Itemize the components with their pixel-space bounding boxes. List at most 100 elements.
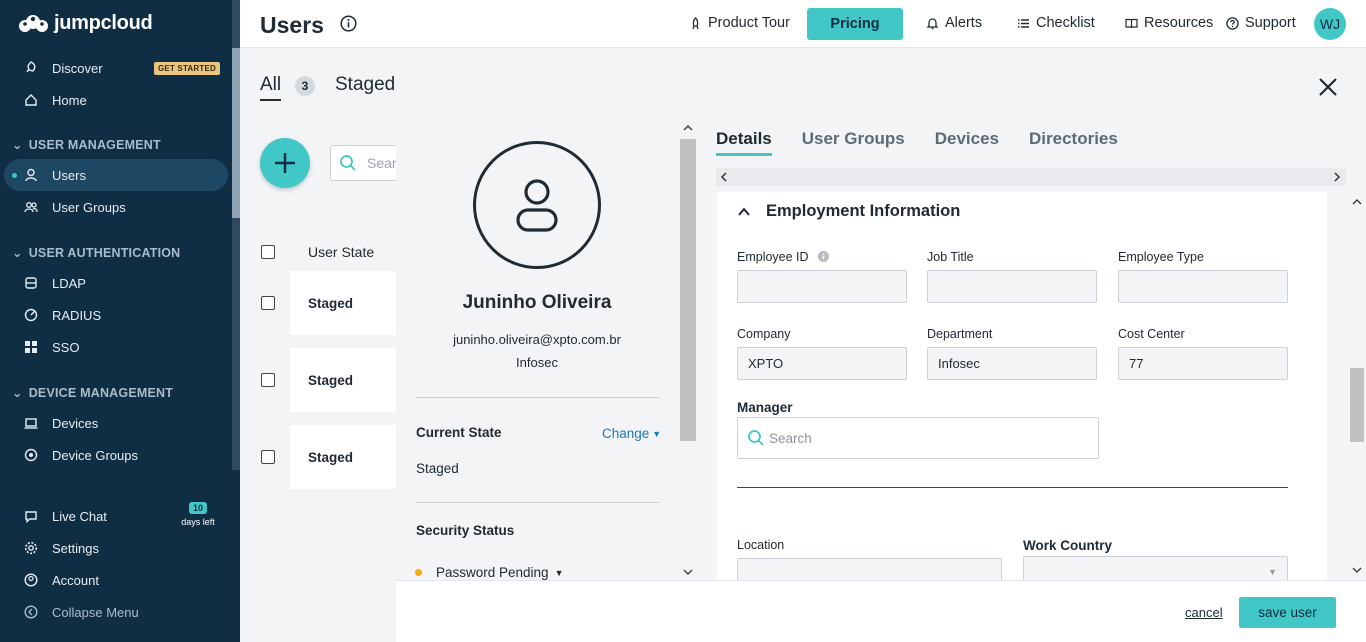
user-avatar[interactable]: WJ [1314, 8, 1346, 40]
sidebar-item-device-groups[interactable]: Device Groups [4, 439, 228, 471]
cancel-link[interactable]: cancel [1185, 605, 1223, 620]
employee-id-field[interactable] [737, 270, 907, 303]
table-row[interactable]: Staged [290, 425, 410, 489]
job-title-label: Job Title [927, 250, 974, 264]
tab-staged[interactable]: Staged [335, 74, 395, 96]
employment-information-card: Employment Information Employee ID Job T… [717, 192, 1327, 580]
change-state-dropdown[interactable]: Change ▼ [602, 426, 661, 441]
change-label: Change [602, 426, 650, 441]
scroll-down-icon[interactable] [683, 568, 693, 576]
table-row[interactable]: Staged [290, 348, 410, 412]
add-user-button[interactable] [260, 138, 310, 188]
laptop-icon [24, 416, 38, 430]
support-link[interactable]: Support [1226, 15, 1296, 31]
trial-days-left: 10 days left [178, 502, 218, 527]
tab-devices[interactable]: Devices [935, 129, 999, 156]
close-icon[interactable] [1314, 73, 1342, 101]
sidebar-item-discover[interactable]: Discover GET STARTED [4, 52, 228, 84]
scrollbar-thumb[interactable] [1350, 368, 1364, 442]
alerts-link[interactable]: Alerts [926, 15, 982, 31]
details-scrollbar[interactable] [1348, 192, 1364, 580]
section-user-authentication[interactable]: ⌄ USER AUTHENTICATION [12, 245, 181, 261]
profile-scrollbar[interactable] [680, 121, 696, 580]
sidebar-item-user-groups[interactable]: User Groups [4, 191, 228, 223]
scroll-down-icon[interactable] [1352, 566, 1362, 574]
product-tour-label: Product Tour [708, 15, 790, 31]
help-icon [1226, 16, 1239, 30]
cost-center-field[interactable]: 77 [1118, 347, 1288, 380]
product-tour-link[interactable]: Product Tour [689, 15, 790, 31]
user-department: Infosec [516, 355, 558, 370]
sidebar-item-account[interactable]: Account [4, 564, 228, 596]
scrollbar-thumb[interactable] [232, 48, 240, 218]
sidebar-item-label: Account [52, 572, 99, 588]
info-icon[interactable] [818, 251, 830, 262]
trial-days-count: 10 [188, 502, 207, 514]
scrollbar-thumb[interactable] [680, 139, 696, 441]
support-label: Support [1245, 15, 1296, 31]
row-checkbox[interactable] [261, 373, 275, 387]
get-started-badge[interactable]: GET STARTED [153, 61, 220, 75]
scroll-up-icon[interactable] [1352, 198, 1362, 206]
password-status-dropdown[interactable]: Password Pending ▼ [436, 565, 564, 580]
sidebar-item-label: Users [52, 167, 86, 183]
section-title: USER MANAGEMENT [28, 137, 161, 152]
table-row[interactable]: Staged [290, 271, 410, 335]
employee-type-field[interactable] [1118, 270, 1288, 303]
horizontal-scrollbar[interactable] [716, 168, 1346, 186]
detail-tabs: Details User Groups Devices Directories [716, 129, 1118, 156]
sidebar-item-users[interactable]: Users [4, 159, 228, 191]
user-full-name: Juninho Oliveira [462, 292, 612, 313]
sidebar-item-home[interactable]: Home [4, 84, 228, 116]
top-bar: Users Product Tour Pricing Alerts Checkl… [240, 0, 1366, 48]
section-user-management[interactable]: ⌄ USER MANAGEMENT [12, 137, 161, 153]
rocket-icon [692, 16, 699, 29]
sidebar-item-ldap[interactable]: LDAP [4, 267, 228, 299]
manager-search-input[interactable]: Search [737, 417, 1099, 459]
select-all-checkbox[interactable] [261, 245, 275, 259]
sidebar-scrollbar[interactable] [232, 0, 240, 470]
tab-details[interactable]: Details [716, 129, 772, 156]
row-checkbox[interactable] [261, 296, 275, 310]
collapse-icon [24, 605, 38, 619]
company-label: Company [737, 327, 791, 341]
section-title: USER AUTHENTICATION [28, 245, 181, 260]
work-country-select[interactable]: ▼ [1023, 556, 1288, 580]
pricing-button[interactable]: Pricing [807, 8, 903, 40]
location-field[interactable] [737, 558, 1002, 580]
department-field[interactable]: Infosec [927, 347, 1097, 380]
radius-icon [24, 308, 38, 322]
search-icon [340, 155, 356, 171]
scroll-up-icon[interactable] [683, 124, 693, 132]
sidebar-item-settings[interactable]: Settings [4, 532, 228, 564]
checklist-link[interactable]: Checklist [1017, 15, 1095, 31]
company-field[interactable]: XPTO [737, 347, 907, 380]
chevron-down-icon: ⌄ [12, 246, 23, 260]
tab-user-groups[interactable]: User Groups [802, 129, 905, 156]
tab-all[interactable]: All [260, 74, 282, 101]
sidebar-item-devices[interactable]: Devices [4, 407, 228, 439]
scroll-right-icon[interactable] [1333, 172, 1341, 182]
jumpcloud-logo[interactable]: jumpcloud [16, 12, 153, 35]
current-state-value: Staged [416, 461, 459, 476]
save-user-button[interactable]: save user [1239, 597, 1336, 628]
sidebar-item-radius[interactable]: RADIUS [4, 299, 228, 331]
job-title-field[interactable] [927, 270, 1097, 303]
sidebar-item-label: Home [52, 92, 87, 108]
checklist-label: Checklist [1036, 15, 1095, 31]
info-icon[interactable] [340, 15, 357, 32]
status-dot [415, 569, 422, 576]
scroll-left-icon[interactable] [720, 172, 728, 182]
section-title[interactable]: Employment Information [766, 202, 960, 221]
sidebar-item-sso[interactable]: SSO [4, 331, 228, 363]
chevron-up-icon[interactable] [737, 205, 751, 219]
row-checkbox[interactable] [261, 450, 275, 464]
column-header-user-state[interactable]: User State [308, 244, 374, 260]
sidebar-item-collapse-menu[interactable]: Collapse Menu [4, 596, 228, 628]
location-label: Location [737, 538, 785, 552]
users-list-background: All 3 Staged Sear User State Staged Stag… [240, 49, 410, 642]
resources-link[interactable]: Resources [1125, 15, 1213, 31]
sidebar: jumpcloud Discover GET STARTED Home ⌄ US… [0, 0, 240, 642]
tab-directories[interactable]: Directories [1029, 129, 1118, 156]
section-device-management[interactable]: ⌄ DEVICE MANAGEMENT [12, 385, 173, 401]
